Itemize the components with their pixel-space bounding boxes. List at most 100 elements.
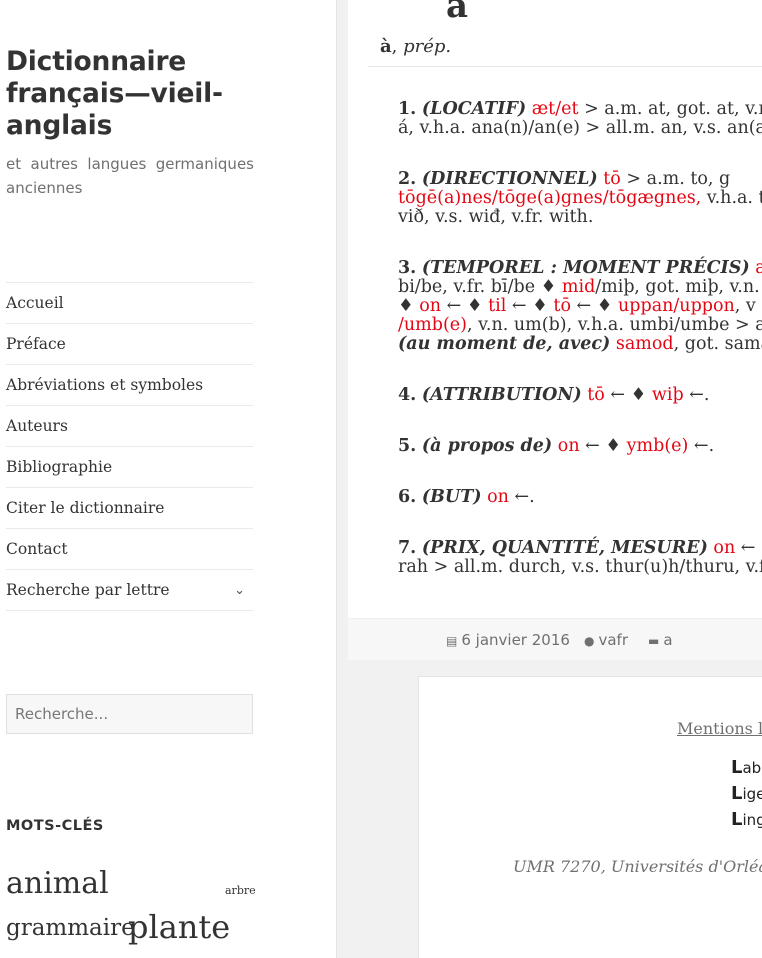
cognates: á, v.h.a. ana(n)/an(e) > all.m. an, v.s.… [398,118,762,138]
menu-item-label: Citer le dictionnaire [6,499,165,517]
oe-word[interactable]: /umb(e) [398,315,467,335]
oe-word[interactable]: wiþ [652,385,684,405]
sense-number: 2. [398,169,417,189]
oe-word[interactable]: on [708,538,735,558]
part-of-speech: prép. [403,36,452,57]
sense-5: 5. (à propos de) on ← ♦ ymb(e) ←. [398,437,762,456]
article: a à, prép. 1. (LOCATIF) æt/et > a.m. at,… [348,0,762,660]
oe-word[interactable]: til [488,296,506,316]
menu-item-accueil[interactable]: Accueil [6,283,253,324]
site-footer: Mentions le Lab Lige Ling UMR 7270, Univ… [418,676,762,958]
sense-3: 3. (TEMPOREL : MOMENT PRÉCIS) æt bi/be, … [398,259,762,354]
tag-link-animal[interactable]: animal [6,866,109,901]
tag-link-grammaire[interactable]: grammaire [6,915,135,941]
cross-ref: ← ♦ [579,436,627,456]
cognates: rah > all.m. durch, v.s. thur(u)h/thuru,… [398,557,762,577]
sense-label: (LOCATIF) [421,99,527,119]
cross-ref: ← ♦ [506,296,554,316]
oe-word[interactable]: on [482,487,509,507]
oe-word[interactable]: æt [750,258,762,278]
menu-item-preface[interactable]: Préface [6,324,253,365]
cognates: > a.m. at, got. at, v.n. [578,99,762,119]
site-title[interactable]: Dictionnaire français—vieil-anglais [6,46,256,142]
menu-item-citer[interactable]: Citer le dictionnaire [6,488,253,529]
cross-ref: ← ♦ [441,296,489,316]
cognates: > a.m. to, g [620,169,731,189]
sub-sense-label: (au moment de, avec) [398,334,611,354]
tag-link-arbre[interactable]: arbre [225,884,256,897]
lab-rest: ing [742,811,762,829]
oe-word[interactable]: tō [553,296,571,316]
sidebar: Dictionnaire français—vieil-anglais et a… [0,0,337,958]
post-date[interactable]: ▤ 6 janvier 2016 [446,631,570,649]
cognates: við, v.s. wiđ, v.fr. with. [398,207,594,227]
oe-word[interactable]: mid [562,277,595,297]
menu-item-contact[interactable]: Contact [6,529,253,570]
cross-ref: ←. [688,436,715,456]
lab-rest: ige [742,785,762,803]
sense-label: (BUT) [421,487,482,507]
sense-6: 6. (BUT) on ←. [398,488,762,507]
post-author[interactable]: ● vafr [584,631,628,649]
oe-word[interactable]: samod [610,334,674,354]
folder-icon: ▬ [648,634,660,648]
tags-widget-title: MOTS-CLÉS [6,818,104,834]
menu-item-label: Abréviations et symboles [6,376,204,394]
article-letter-title: a [446,0,469,26]
menu-item-abreviations[interactable]: Abréviations et symboles [6,365,253,406]
sense-1: 1. (LOCATIF) æt/et > a.m. at, got. at, v… [398,100,762,138]
sense-number: 4. [398,385,417,405]
sense-number: 6. [398,487,417,507]
oe-word[interactable]: tō [603,169,621,189]
menu-item-label: Contact [6,540,68,558]
sense-label: (ATTRIBUTION) [421,385,582,405]
oe-word[interactable]: tōgē(a)nes/tōge(a)gnes/tōgægnes, [398,188,701,208]
lab-name: Lab [731,757,761,778]
menu-item-label: Accueil [6,294,64,312]
post-date-text: 6 janvier 2016 [461,631,570,649]
sense-4: 4. (ATTRIBUTION) tō ← ♦ wiþ ←. [398,386,762,405]
sense-number: 1. [398,99,417,119]
sense-number: 5. [398,436,417,456]
sense-number: 7. [398,538,417,558]
cross-ref: ←. [683,385,710,405]
menu-item-label: Préface [6,335,66,353]
oe-word[interactable]: æt/et [532,99,579,119]
search-input[interactable] [6,694,253,734]
cognates: v.h.a. t [701,188,762,208]
user-icon: ● [584,634,595,648]
lab-rest: ab [742,759,762,777]
sense-2: 2. (DIRECTIONNEL) tō > a.m. to, g tōgē(a… [398,170,762,227]
sense-label: (DIRECTIONNEL) [421,169,598,189]
menu-item-recherche-par-lettre[interactable]: Recherche par lettre ⌄ [6,570,253,611]
oe-word[interactable]: uppan/uppon [618,296,735,316]
calendar-icon: ▤ [446,634,458,648]
lab-initial: L [731,783,743,804]
menu-item-label: Bibliographie [6,458,113,476]
oe-word[interactable]: tō [582,385,605,405]
oe-word[interactable]: ymb(e) [627,436,689,456]
chevron-down-icon[interactable]: ⌄ [234,570,245,611]
cognates: bi/be, v.fr. bī/be ♦ [398,277,562,297]
divider [368,66,762,67]
headword-text: à [380,36,392,57]
menu-item-bibliographie[interactable]: Bibliographie [6,447,253,488]
cognates: , v [734,296,756,316]
tag-link-plante[interactable]: plante [128,908,230,946]
umr-credit: UMR 7270, Universités d'Orléans [513,857,762,876]
post-author-text: vafr [598,631,629,649]
sense-label: (à propos de) [421,436,553,456]
legal-mentions-link[interactable]: Mentions le [677,719,762,738]
menu-item-auteurs[interactable]: Auteurs [6,406,253,447]
entry-footer: ▤ 6 janvier 2016 ● vafr ▬ a [348,618,762,660]
cross-ref: ←. [508,487,535,507]
oe-word[interactable]: on [552,436,580,456]
cross-ref: ← ♦ [604,385,652,405]
lab-initial: L [731,757,743,778]
menu-item-label: Auteurs [6,417,68,435]
sense-label: (TEMPOREL : MOMENT PRÉCIS) [421,258,750,278]
post-category[interactable]: ▬ a [648,631,673,649]
oe-word[interactable]: on [419,296,441,316]
lab-initial: L [731,809,743,830]
post-category-text: a [663,631,673,649]
